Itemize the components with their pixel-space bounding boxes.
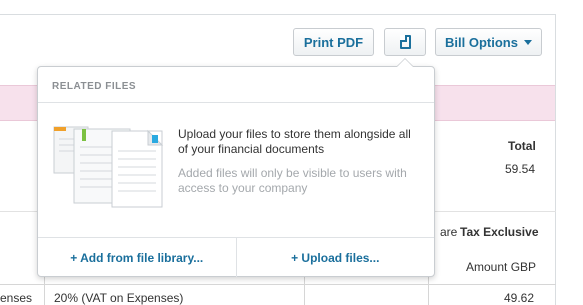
add-from-library-link[interactable]: + Add from file library... [38,238,236,277]
amounts-are-label: are [440,225,458,239]
chevron-down-icon [523,40,532,45]
table-header-divider [0,284,556,285]
upload-files-link[interactable]: + Upload files... [235,238,435,277]
document-icon [399,35,411,49]
bill-options-button[interactable]: Bill Options [435,28,542,56]
row-account: enses [0,291,33,305]
popover-arrow-fill [397,59,413,67]
popover-note: Added files will only be visible to user… [178,166,407,195]
popover-footer: + Add from file library... + Upload file… [38,237,434,277]
files-illustration-icon [53,126,164,208]
print-pdf-button[interactable]: Print PDF [293,28,374,56]
popover-title: RELATED FILES [52,81,137,92]
row-amount: 49.62 [504,291,535,305]
total-value: 59.54 [505,162,536,176]
tax-mode-select[interactable]: Tax Exclusive [460,225,539,239]
row-tax-rate: 20% (VAT on Expenses) [54,291,184,305]
amount-column-header: Amount GBP [466,260,537,274]
related-files-button[interactable] [384,28,426,56]
total-label: Total [508,139,536,153]
popover-description: Upload your files to store them alongsid… [178,127,411,156]
bill-options-label: Bill Options [445,34,518,50]
popover-divider [38,102,434,103]
related-files-popover: RELATED FILES Upload your files to store… [37,66,435,277]
